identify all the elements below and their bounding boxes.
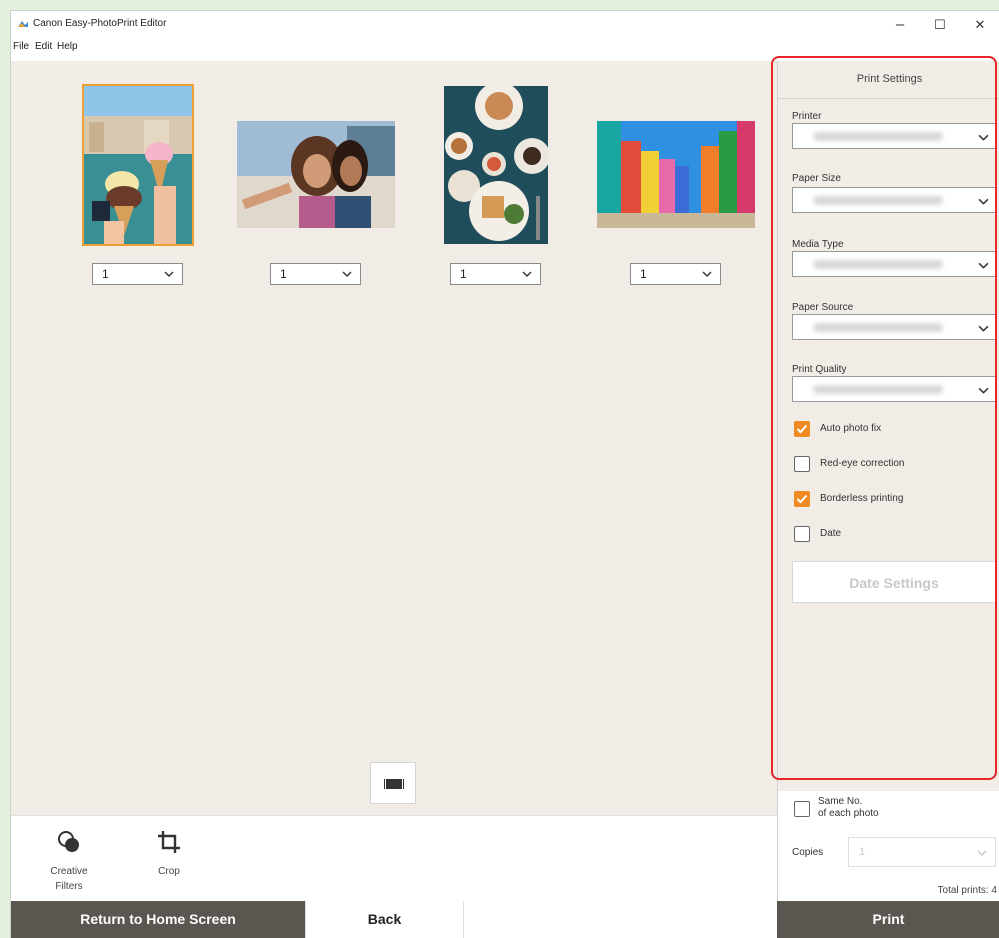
photo-thumbnail-2[interactable] [237, 121, 395, 228]
window-title: Canon Easy-PhotoPrint Editor [33, 18, 167, 29]
paper-size-label: Paper Size [792, 173, 841, 184]
copies-value: 1 [859, 846, 866, 858]
filmstrip-toggle-button[interactable] [370, 762, 416, 804]
print-quality-select[interactable] [792, 376, 996, 402]
print-quality-label: Print Quality [792, 364, 847, 375]
chevron-down-icon [522, 271, 532, 277]
return-home-button[interactable]: Return to Home Screen [11, 901, 305, 938]
chevron-down-icon [978, 387, 989, 394]
quantity-select-2[interactable]: 1 [270, 263, 361, 285]
date-settings-button[interactable]: Date Settings [792, 561, 996, 603]
creative-filters-label-1: Creative [50, 866, 88, 877]
bottom-bar: Return to Home Screen Back Print [11, 901, 999, 938]
photo-gelato-image [84, 86, 192, 244]
creative-filters-button[interactable]: Creative Filters [41, 830, 97, 892]
photo-thumbnail-4[interactable] [597, 121, 755, 228]
same-no-checkbox[interactable] [794, 801, 810, 817]
photo-thumbnail-1[interactable] [82, 84, 194, 246]
chevron-down-icon [978, 198, 989, 205]
chevron-down-icon [342, 271, 352, 277]
quantity-value: 1 [640, 267, 647, 281]
total-prints: Total prints: 4 [937, 885, 997, 896]
print-button[interactable]: Print [777, 901, 999, 938]
same-no-line-1: Same No. [818, 796, 863, 807]
chevron-down-icon [164, 271, 174, 277]
quantity-select-3[interactable]: 1 [450, 263, 541, 285]
right-panel: Print Settings Printer Paper Size Media … [777, 61, 999, 901]
quantity-value: 1 [102, 267, 109, 281]
media-type-select[interactable] [792, 251, 996, 277]
copies-select[interactable]: 1 [848, 837, 996, 867]
chevron-down-icon [978, 134, 989, 141]
app-window: Canon Easy-PhotoPrint Editor – ☐ ✕ File … [10, 10, 999, 938]
printer-select[interactable] [792, 123, 996, 149]
print-settings-panel: Print Settings Printer Paper Size Media … [778, 61, 999, 791]
same-no-label: Same No. of each photo [818, 796, 879, 820]
chevron-down-icon [702, 271, 712, 277]
quantity-select-1[interactable]: 1 [92, 263, 183, 285]
copies-label: Copies [792, 847, 824, 858]
borderless-printing-checkbox[interactable] [794, 491, 810, 507]
back-button[interactable]: Back [305, 901, 464, 938]
title-bar: Canon Easy-PhotoPrint Editor – ☐ ✕ [11, 11, 999, 39]
auto-photo-fix-checkbox[interactable] [794, 421, 810, 437]
checkmark-icon [796, 494, 808, 504]
creative-filters-label-2: Filters [55, 881, 83, 892]
crop-icon [158, 831, 180, 853]
menu-help[interactable]: Help [57, 41, 78, 52]
minimize-button[interactable]: – [880, 11, 920, 39]
edit-toolbar: Creative Filters Crop [11, 815, 777, 902]
quantity-value: 1 [460, 267, 467, 281]
paper-size-select[interactable] [792, 187, 996, 213]
photo-selfie-image [237, 121, 395, 228]
maximize-button[interactable]: ☐ [920, 11, 960, 39]
red-eye-label: Red-eye correction [820, 458, 905, 469]
creative-filters-icon [58, 831, 79, 852]
paper-source-label: Paper Source [792, 302, 854, 313]
date-label: Date [820, 528, 842, 539]
photo-food-image [444, 86, 548, 244]
menu-file[interactable]: File [13, 41, 29, 52]
checkmark-icon [796, 424, 808, 434]
filmstrip-icon [384, 779, 404, 789]
crop-button[interactable]: Crop [147, 830, 191, 877]
paper-source-select[interactable] [792, 314, 996, 340]
auto-photo-fix-label: Auto photo fix [820, 423, 882, 434]
date-checkbox[interactable] [794, 526, 810, 542]
photo-thumbnail-3[interactable] [444, 86, 548, 244]
chevron-down-icon [978, 325, 989, 332]
quantity-value: 1 [280, 267, 287, 281]
red-eye-checkbox[interactable] [794, 456, 810, 472]
chevron-down-icon [978, 262, 989, 269]
menu-bar: File Edit Help [11, 39, 999, 57]
app-logo-icon [18, 21, 28, 27]
photo-houses-image [597, 121, 755, 228]
close-button[interactable]: ✕ [960, 11, 999, 39]
chevron-down-icon [977, 850, 987, 856]
media-type-label: Media Type [792, 239, 844, 250]
quantity-select-4[interactable]: 1 [630, 263, 721, 285]
print-settings-title: Print Settings [778, 61, 999, 99]
same-no-line-2: of each photo [818, 808, 879, 819]
menu-edit[interactable]: Edit [35, 41, 52, 52]
borderless-printing-label: Borderless printing [820, 493, 904, 504]
photo-canvas: 1 1 1 1 [11, 61, 777, 815]
printer-label: Printer [792, 111, 822, 122]
crop-label: Crop [158, 866, 180, 877]
